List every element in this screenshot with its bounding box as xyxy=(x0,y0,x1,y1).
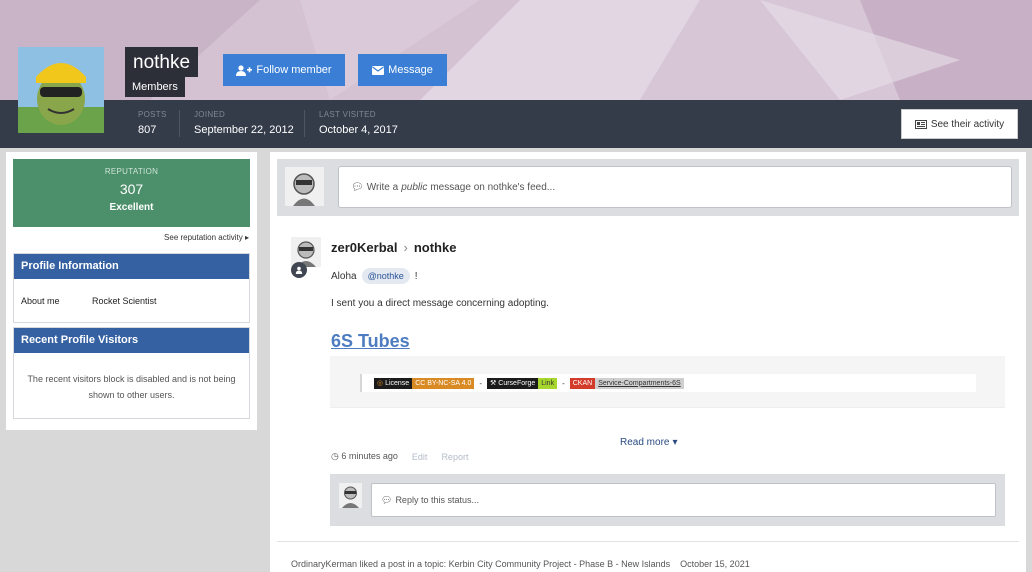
embed-fade xyxy=(330,407,1005,415)
activity-text[interactable]: OrdinaryKerman liked a post in a topic: … xyxy=(291,559,670,569)
comment-icon: 💬︎ xyxy=(351,181,364,193)
cc-icon: ◎ xyxy=(377,379,384,387)
recent-visitors-widget: Recent Profile Visitors The recent visit… xyxy=(13,327,250,419)
reply-placeholder: Reply to this status... xyxy=(395,495,479,505)
reply-user-avatar xyxy=(339,483,362,508)
license-badge[interactable]: ◎ License CC BY-NC-SA 4.0 xyxy=(374,377,475,389)
reputation-value: 307 xyxy=(119,181,144,197)
message-label: Message xyxy=(388,64,433,76)
stat-last-visited-label: LAST VISITED xyxy=(319,110,376,119)
stat-last-visited: LAST VISITED October 4, 2017 xyxy=(319,109,398,136)
status-target-link[interactable]: nothke xyxy=(414,240,457,255)
reputation-label: REPUTATION xyxy=(104,167,159,176)
greeting-exclaim: ! xyxy=(414,270,418,282)
ckan-badge[interactable]: CKAN Service-Compartments-6S xyxy=(569,377,684,389)
profile-information-widget: Profile Information About me Rocket Scie… xyxy=(13,253,250,323)
stat-joined: JOINED September 22, 2012 xyxy=(194,109,294,136)
current-user-avatar xyxy=(285,167,324,206)
status-timestamp[interactable]: ◷ 6 minutes ago xyxy=(331,451,398,462)
curseforge-badge-left: ⚒ CurseForge xyxy=(487,377,539,389)
about-me-row: About me Rocket Scientist xyxy=(14,279,249,306)
status-meta: ◷ 6 minutes ago Edit Report xyxy=(331,451,468,462)
license-badge-left: ◎ License xyxy=(374,377,413,389)
recent-visitors-message: The recent visitors block is disabled an… xyxy=(27,374,236,400)
follow-member-label: Follow member xyxy=(256,64,332,76)
about-me-value: Rocket Scientist xyxy=(92,296,157,306)
mention-link[interactable]: @nothke xyxy=(361,268,410,284)
stat-posts-value: 807 xyxy=(138,124,157,136)
status-header: zer0Kerbal › nothke xyxy=(331,240,456,255)
feed-divider xyxy=(277,541,1019,542)
stat-divider xyxy=(304,110,305,137)
follow-member-button[interactable]: Follow member xyxy=(223,54,345,86)
status-composer: 💬︎ Write a public message on nothke's fe… xyxy=(277,159,1019,216)
caret-down-icon: ▾ xyxy=(672,437,678,448)
about-me-label: About me xyxy=(21,296,60,306)
see-activity-button[interactable]: See their activity xyxy=(901,109,1018,139)
reply-composer: 💬︎ Reply to this status... xyxy=(330,474,1005,526)
profile-name-box: nothke xyxy=(125,47,199,77)
edit-link[interactable]: Edit xyxy=(412,452,428,462)
user-plus-icon xyxy=(236,64,253,76)
reputation-rank: Excellent xyxy=(109,202,154,213)
stat-posts: POSTS 807 xyxy=(138,109,167,136)
curseforge-badge[interactable]: ⚒ CurseForge Link xyxy=(487,377,558,389)
stat-divider xyxy=(179,110,180,137)
reputation-activity-link[interactable]: See reputation activity ▸ xyxy=(164,233,249,242)
stat-last-visited-value: October 4, 2017 xyxy=(319,124,398,136)
badge-separator: - xyxy=(562,378,565,388)
license-badge-right: CC BY-NC-SA 4.0 xyxy=(412,377,475,389)
activity-item: OrdinaryKerman liked a post in a topic: … xyxy=(291,559,750,569)
message-button[interactable]: Message xyxy=(358,54,447,86)
status-author-link[interactable]: zer0Kerbal xyxy=(331,240,397,255)
embed-title-link[interactable]: 6S Tubes xyxy=(331,331,410,352)
status-input-suffix: message on nothke's feed... xyxy=(430,181,556,193)
report-link[interactable]: Report xyxy=(441,452,468,462)
ckan-badge-right: Service-Compartments-6S xyxy=(595,377,684,389)
profile-information-title: Profile Information xyxy=(14,254,249,279)
status-input[interactable]: 💬︎ Write a public message on nothke's fe… xyxy=(338,166,1012,208)
envelope-icon xyxy=(372,65,385,75)
stat-joined-label: JOINED xyxy=(194,110,226,119)
greeting-text: Aloha xyxy=(331,270,357,282)
badge-separator: - xyxy=(479,378,483,388)
user-badge-icon xyxy=(291,262,307,278)
chevron-right-icon: › xyxy=(403,240,408,255)
caret-right-icon: ▸ xyxy=(242,233,249,242)
reputation-box: REPUTATION 307 Excellent xyxy=(13,159,250,227)
read-more-label: Read more xyxy=(620,437,670,448)
activity-date: October 15, 2021 xyxy=(680,559,750,569)
newspaper-icon xyxy=(914,119,927,129)
curseforge-icon: ⚒ xyxy=(490,379,497,387)
profile-sidebar: REPUTATION 307 Excellent See reputation … xyxy=(6,152,257,430)
stat-joined-value: September 22, 2012 xyxy=(194,124,294,136)
embed-badges: ◎ License CC BY-NC-SA 4.0 - ⚒ CurseForge… xyxy=(360,374,976,392)
profile-username: nothke xyxy=(133,52,191,73)
status-input-prefix: Write a xyxy=(366,181,399,193)
recent-visitors-title: Recent Profile Visitors xyxy=(14,328,249,353)
reputation-activity-label: See reputation activity xyxy=(164,233,243,242)
clock-icon: ◷ xyxy=(331,451,339,461)
reply-input[interactable]: 💬︎ Reply to this status... xyxy=(371,483,996,517)
comment-icon: 💬︎ xyxy=(381,494,393,505)
profile-avatar[interactable] xyxy=(18,47,104,133)
read-more-link[interactable]: Read more ▾ xyxy=(620,437,678,448)
status-body: I sent you a direct message concerning a… xyxy=(331,298,549,309)
profile-group: Members xyxy=(125,77,185,97)
status-input-emphasis: public xyxy=(401,181,428,193)
stat-posts-label: POSTS xyxy=(138,110,167,119)
see-activity-label: See their activity xyxy=(930,118,1005,130)
curseforge-badge-right: Link xyxy=(538,377,558,389)
status-greeting: Aloha @nothke ! xyxy=(331,268,418,284)
ckan-badge-left: CKAN xyxy=(569,377,596,389)
